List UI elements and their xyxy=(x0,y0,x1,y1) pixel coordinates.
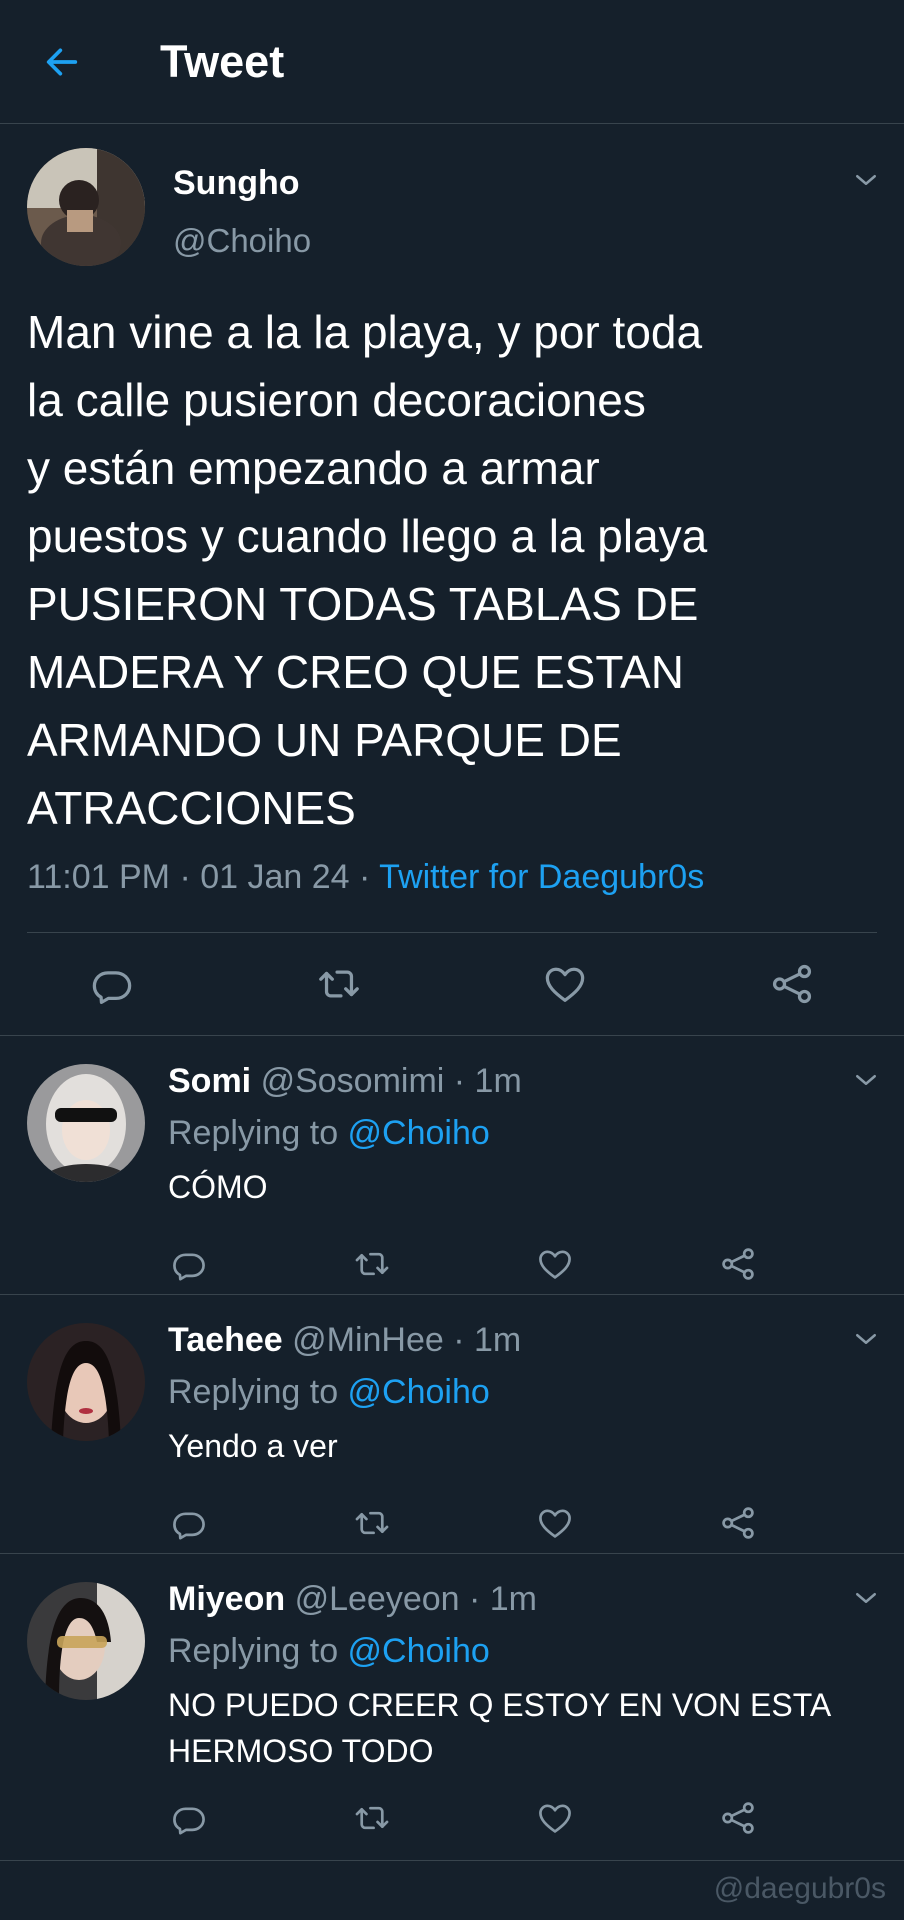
like-icon xyxy=(536,1504,574,1542)
reply-author-name[interactable]: Taehee xyxy=(168,1321,283,1359)
back-button[interactable] xyxy=(38,38,86,86)
like-icon xyxy=(542,961,588,1007)
reply-text: CÓMO xyxy=(168,1169,268,1205)
page-title: Tweet xyxy=(160,36,285,87)
share-icon xyxy=(719,1504,757,1542)
replying-to: Replying to @Choiho xyxy=(168,1632,490,1671)
reply-actions xyxy=(0,1790,904,1846)
more-options-button[interactable] xyxy=(848,1062,884,1098)
avatar[interactable] xyxy=(27,148,145,266)
reply-icon xyxy=(170,1245,208,1283)
chevron-down-icon xyxy=(851,1583,881,1613)
reply-text: Yendo a ver xyxy=(168,1428,338,1464)
reply-text: NO PUEDO CREER Q ESTOY EN VON ESTA HERMO… xyxy=(168,1687,830,1769)
retweet-button[interactable] xyxy=(309,954,369,1014)
reply-icon xyxy=(89,961,135,1007)
retweet-icon xyxy=(353,1799,391,1837)
reply-actions xyxy=(0,1495,904,1551)
retweet-button[interactable] xyxy=(348,1794,396,1842)
like-button[interactable] xyxy=(531,1240,579,1288)
more-options-button[interactable] xyxy=(848,1580,884,1616)
tweet-source-link[interactable]: Twitter for Daegubr0s xyxy=(379,858,704,896)
replying-to: Replying to @Choiho xyxy=(168,1114,490,1153)
chevron-down-icon xyxy=(851,1324,881,1354)
reply-tweet[interactable]: Somi @Sosomimi · 1m Replying to @Choiho … xyxy=(0,1036,904,1295)
share-button[interactable] xyxy=(762,954,822,1014)
reply-header: Somi @Sosomimi · 1m xyxy=(168,1062,522,1101)
share-icon xyxy=(719,1799,757,1837)
reply-button[interactable] xyxy=(165,1794,213,1842)
reply-handle: @MinHee · 1m xyxy=(292,1321,522,1359)
mention-link[interactable]: @Choiho xyxy=(348,1632,490,1670)
reply-button[interactable] xyxy=(82,954,142,1014)
share-button[interactable] xyxy=(714,1499,762,1547)
share-icon xyxy=(719,1245,757,1283)
like-icon xyxy=(536,1799,574,1837)
replying-to-label: Replying to xyxy=(168,1114,348,1152)
mention-link[interactable]: @Choiho xyxy=(348,1114,490,1152)
reply-button[interactable] xyxy=(165,1240,213,1288)
tweet-meta: 11:01 PM · 01 Jan 24 · Twitter for Daegu… xyxy=(27,858,704,897)
reply-actions xyxy=(0,1236,904,1292)
more-options-button[interactable] xyxy=(848,1321,884,1357)
chevron-down-icon xyxy=(851,1065,881,1095)
avatar[interactable] xyxy=(27,1064,145,1182)
more-options-button[interactable] xyxy=(848,162,884,198)
main-tweet: Sungho @Choiho Man vine a la la playa, y… xyxy=(0,124,904,1036)
tweet-text: Man vine a la la playa, y por toda la ca… xyxy=(27,306,708,834)
share-button[interactable] xyxy=(714,1794,762,1842)
reply-author-name[interactable]: Somi xyxy=(168,1062,251,1100)
reply-author-name[interactable]: Miyeon xyxy=(168,1580,285,1618)
reply-tweet[interactable]: Miyeon @Leeyeon · 1m Replying to @Choiho… xyxy=(0,1554,904,1861)
retweet-icon xyxy=(316,961,362,1007)
retweet-icon xyxy=(353,1504,391,1542)
reply-button[interactable] xyxy=(165,1499,213,1547)
replying-to-label: Replying to xyxy=(168,1632,348,1670)
retweet-button[interactable] xyxy=(348,1499,396,1547)
avatar[interactable] xyxy=(27,1323,145,1441)
like-button[interactable] xyxy=(531,1794,579,1842)
like-button[interactable] xyxy=(535,954,595,1014)
share-button[interactable] xyxy=(714,1240,762,1288)
reply-handle: @Leeyeon · 1m xyxy=(294,1580,537,1618)
reply-icon xyxy=(170,1799,208,1837)
top-bar: Tweet xyxy=(0,0,904,124)
arrow-left-icon xyxy=(46,48,78,76)
watermark: @daegubr0s xyxy=(713,1872,886,1905)
share-icon xyxy=(769,961,815,1007)
reply-icon xyxy=(170,1504,208,1542)
retweet-icon xyxy=(353,1245,391,1283)
replying-to-label: Replying to xyxy=(168,1373,348,1411)
author-name[interactable]: Sungho xyxy=(173,164,300,203)
tweet-timestamp: 11:01 PM · 01 Jan 24 · xyxy=(27,858,380,896)
replying-to: Replying to @Choiho xyxy=(168,1373,490,1412)
chevron-down-icon xyxy=(851,165,881,195)
like-button[interactable] xyxy=(531,1499,579,1547)
reply-header: Taehee @MinHee · 1m xyxy=(168,1321,521,1360)
mention-link[interactable]: @Choiho xyxy=(348,1373,490,1411)
tweet-actions xyxy=(0,932,904,1036)
like-icon xyxy=(536,1245,574,1283)
avatar[interactable] xyxy=(27,1582,145,1700)
reply-tweet[interactable]: Taehee @MinHee · 1m Replying to @Choiho … xyxy=(0,1295,904,1554)
author-handle[interactable]: @Choiho xyxy=(173,222,311,260)
reply-header: Miyeon @Leeyeon · 1m xyxy=(168,1580,537,1619)
retweet-button[interactable] xyxy=(348,1240,396,1288)
reply-handle: @Sosomimi · 1m xyxy=(260,1062,522,1100)
